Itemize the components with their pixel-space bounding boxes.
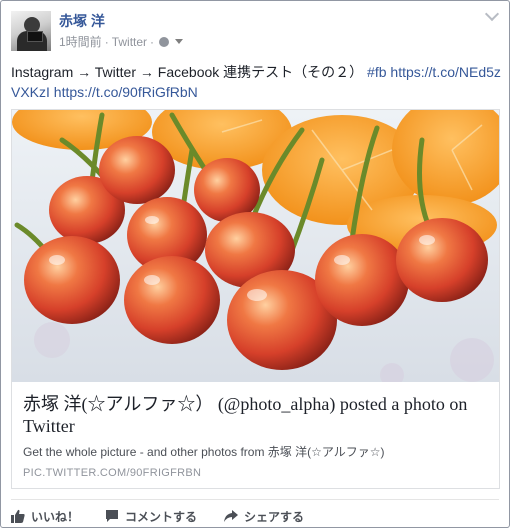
post-text: Instagram → Twitter → Facebook 連携テスト（その２… — [11, 62, 503, 102]
meta-separator-2: · — [150, 34, 155, 49]
comment-button[interactable]: コメントする — [105, 506, 197, 526]
globe-icon[interactable] — [159, 36, 170, 47]
author-name[interactable]: 赤塚 洋 — [59, 11, 105, 31]
action-divider — [11, 499, 499, 500]
post-link-2[interactable]: https://t.co/90fRiGfRbN — [54, 84, 198, 100]
facebook-post-card: 赤塚 洋 1時間前 · Twitter · Instagram → Twitte… — [0, 0, 510, 528]
share-button[interactable]: シェアする — [223, 506, 304, 526]
comment-icon — [106, 510, 119, 522]
avatar[interactable] — [11, 11, 51, 51]
attachment-domain: PIC.TWITTER.COM/90FRIGFRBN — [23, 467, 202, 479]
share-icon — [224, 510, 239, 522]
comment-label: コメントする — [125, 509, 198, 524]
avatar-camera — [27, 31, 43, 42]
action-bar: いいね！ コメントする シェアする — [11, 506, 304, 526]
post-source: Twitter — [111, 34, 148, 49]
attachment-description: Get the whole picture - and other photos… — [23, 445, 385, 459]
share-label: シェアする — [244, 509, 305, 524]
chevron-down-icon[interactable] — [484, 6, 500, 22]
post-body-text: Instagram → Twitter → Facebook 連携テスト（その２… — [11, 64, 364, 80]
post-meta: 1時間前 · Twitter · — [59, 33, 184, 50]
post-timestamp[interactable]: 1時間前 — [59, 33, 102, 50]
like-button[interactable]: いいね！ — [11, 506, 79, 526]
attachment-title[interactable]: 赤塚 洋(☆アルファ☆） (@photo_alpha) posted a pho… — [23, 393, 488, 437]
caret-down-icon[interactable] — [175, 39, 184, 44]
meta-separator: · — [104, 34, 109, 49]
like-label: いいね！ — [31, 509, 80, 524]
link-attachment[interactable]: 赤塚 洋(☆アルファ☆） (@photo_alpha) posted a pho… — [11, 109, 500, 489]
hashtag-link[interactable]: #fb — [367, 64, 386, 80]
like-icon — [11, 509, 25, 523]
attachment-photo[interactable] — [12, 110, 499, 382]
